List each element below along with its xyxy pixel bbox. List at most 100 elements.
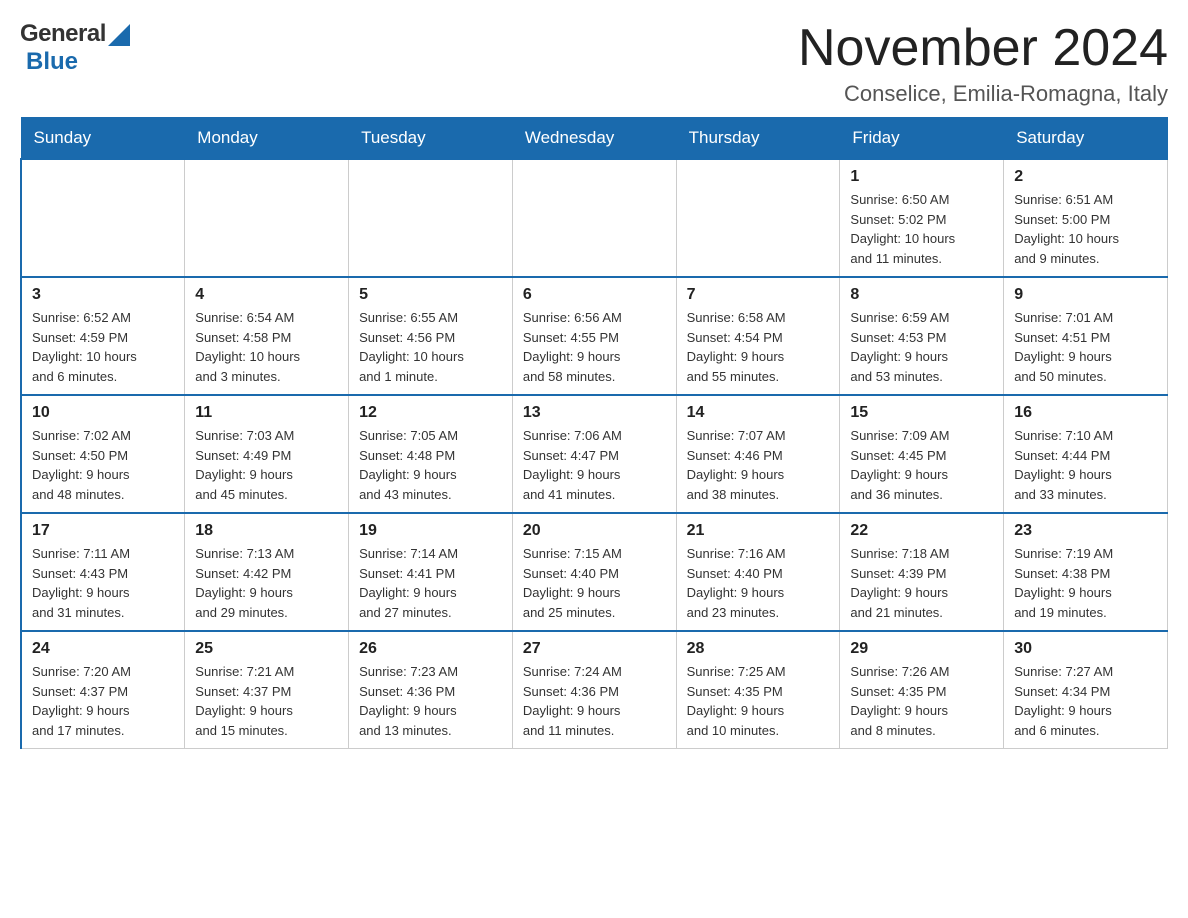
calendar-cell: 24Sunrise: 7:20 AMSunset: 4:37 PMDayligh… <box>21 631 185 749</box>
day-number: 12 <box>359 404 502 422</box>
day-info: Sunrise: 6:58 AMSunset: 4:54 PMDaylight:… <box>687 308 830 386</box>
title-section: November 2024 Conselice, Emilia-Romagna,… <box>798 20 1168 107</box>
day-number: 6 <box>523 286 666 304</box>
page-header: General Blue November 2024 Conselice, Em… <box>20 20 1168 107</box>
day-number: 5 <box>359 286 502 304</box>
logo: General Blue <box>20 20 130 76</box>
day-number: 23 <box>1014 522 1157 540</box>
calendar-cell: 3 Sunrise: 6:52 AMSunset: 4:59 PMDaylight… <box>21 277 185 395</box>
day-number: 10 <box>32 404 174 422</box>
week-row-5: 24Sunrise: 7:20 AMSunset: 4:37 PMDayligh… <box>21 631 1168 749</box>
day-info: Sunrise: 7:27 AMSunset: 4:34 PMDaylight:… <box>1014 662 1157 740</box>
day-info: Sunrise: 7:24 AMSunset: 4:36 PMDaylight:… <box>523 662 666 740</box>
calendar-cell: 17Sunrise: 7:11 AMSunset: 4:43 PMDayligh… <box>21 513 185 631</box>
calendar-cell: 22 Sunrise: 7:18 AMSunset: 4:39 PMDayligh… <box>840 513 1004 631</box>
location-title: Conselice, Emilia-Romagna, Italy <box>798 81 1168 107</box>
day-info: Sunrise: 6:51 AMSunset: 5:00 PMDaylight:… <box>1014 190 1157 268</box>
day-info: Sunrise: 7:09 AMSunset: 4:45 PMDaylight:… <box>850 426 993 504</box>
day-number: 28 <box>687 640 830 658</box>
day-number: 16 <box>1014 404 1157 422</box>
header-monday: Monday <box>185 118 349 160</box>
calendar-cell: 21Sunrise: 7:16 AMSunset: 4:40 PMDayligh… <box>676 513 840 631</box>
day-info: Sunrise: 6:56 AMSunset: 4:55 PMDaylight:… <box>523 308 666 386</box>
day-number: 18 <box>195 522 338 540</box>
day-number: 30 <box>1014 640 1157 658</box>
header-sunday: Sunday <box>21 118 185 160</box>
month-title: November 2024 <box>798 20 1168 77</box>
calendar-cell: 27 Sunrise: 7:24 AMSunset: 4:36 PMDayligh… <box>512 631 676 749</box>
calendar-cell: 4 Sunrise: 6:54 AMSunset: 4:58 PMDaylight… <box>185 277 349 395</box>
day-number: 19 <box>359 522 502 540</box>
calendar-cell: 26 Sunrise: 7:23 AMSunset: 4:36 PMDayligh… <box>349 631 513 749</box>
day-number: 14 <box>687 404 830 422</box>
calendar-cell: 25Sunrise: 7:21 AMSunset: 4:37 PMDayligh… <box>185 631 349 749</box>
weekday-header-row: Sunday Monday Tuesday Wednesday Thursday… <box>21 118 1168 160</box>
week-row-3: 10 Sunrise: 7:02 AMSunset: 4:50 PMDayligh… <box>21 395 1168 513</box>
day-number: 27 <box>523 640 666 658</box>
day-number: 22 <box>850 522 993 540</box>
calendar-table: Sunday Monday Tuesday Wednesday Thursday… <box>20 117 1168 749</box>
calendar-cell: 30 Sunrise: 7:27 AMSunset: 4:34 PMDayligh… <box>1004 631 1168 749</box>
header-wednesday: Wednesday <box>512 118 676 160</box>
calendar-cell: 8Sunrise: 6:59 AMSunset: 4:53 PMDaylight… <box>840 277 1004 395</box>
calendar-cell: 20Sunrise: 7:15 AMSunset: 4:40 PMDayligh… <box>512 513 676 631</box>
day-info: Sunrise: 7:20 AMSunset: 4:37 PMDaylight:… <box>32 662 174 740</box>
day-info: Sunrise: 7:01 AMSunset: 4:51 PMDaylight:… <box>1014 308 1157 386</box>
calendar-cell: 18 Sunrise: 7:13 AMSunset: 4:42 PMDayligh… <box>185 513 349 631</box>
logo-general-text: General <box>20 20 106 48</box>
day-number: 26 <box>359 640 502 658</box>
day-number: 4 <box>195 286 338 304</box>
day-number: 15 <box>850 404 993 422</box>
day-number: 1 <box>850 168 993 186</box>
day-info: Sunrise: 7:14 AMSunset: 4:41 PMDaylight:… <box>359 544 502 622</box>
day-info: Sunrise: 7:13 AMSunset: 4:42 PMDaylight:… <box>195 544 338 622</box>
day-info: Sunrise: 6:55 AMSunset: 4:56 PMDaylight:… <box>359 308 502 386</box>
week-row-2: 3 Sunrise: 6:52 AMSunset: 4:59 PMDaylight… <box>21 277 1168 395</box>
calendar-cell: 7 Sunrise: 6:58 AMSunset: 4:54 PMDaylight… <box>676 277 840 395</box>
calendar-cell: 23 Sunrise: 7:19 AMSunset: 4:38 PMDayligh… <box>1004 513 1168 631</box>
day-number: 11 <box>195 404 338 422</box>
week-row-1: 1 Sunrise: 6:50 AMSunset: 5:02 PMDaylight… <box>21 159 1168 277</box>
calendar-cell: 9 Sunrise: 7:01 AMSunset: 4:51 PMDaylight… <box>1004 277 1168 395</box>
calendar-cell: 6 Sunrise: 6:56 AMSunset: 4:55 PMDaylight… <box>512 277 676 395</box>
calendar-cell: 14Sunrise: 7:07 AMSunset: 4:46 PMDayligh… <box>676 395 840 513</box>
day-info: Sunrise: 7:15 AMSunset: 4:40 PMDaylight:… <box>523 544 666 622</box>
calendar-cell: 10 Sunrise: 7:02 AMSunset: 4:50 PMDayligh… <box>21 395 185 513</box>
day-info: Sunrise: 7:18 AMSunset: 4:39 PMDaylight:… <box>850 544 993 622</box>
day-number: 7 <box>687 286 830 304</box>
day-info: Sunrise: 6:52 AMSunset: 4:59 PMDaylight:… <box>32 308 174 386</box>
calendar-cell: 15 Sunrise: 7:09 AMSunset: 4:45 PMDayligh… <box>840 395 1004 513</box>
calendar-cell: 13Sunrise: 7:06 AMSunset: 4:47 PMDayligh… <box>512 395 676 513</box>
calendar-cell: 11 Sunrise: 7:03 AMSunset: 4:49 PMDayligh… <box>185 395 349 513</box>
calendar-cell <box>676 159 840 277</box>
day-info: Sunrise: 7:23 AMSunset: 4:36 PMDaylight:… <box>359 662 502 740</box>
day-number: 17 <box>32 522 174 540</box>
day-number: 25 <box>195 640 338 658</box>
day-info: Sunrise: 7:25 AMSunset: 4:35 PMDaylight:… <box>687 662 830 740</box>
day-number: 9 <box>1014 286 1157 304</box>
day-info: Sunrise: 7:05 AMSunset: 4:48 PMDaylight:… <box>359 426 502 504</box>
header-friday: Friday <box>840 118 1004 160</box>
day-info: Sunrise: 7:19 AMSunset: 4:38 PMDaylight:… <box>1014 544 1157 622</box>
header-thursday: Thursday <box>676 118 840 160</box>
day-info: Sunrise: 6:54 AMSunset: 4:58 PMDaylight:… <box>195 308 338 386</box>
day-info: Sunrise: 7:10 AMSunset: 4:44 PMDaylight:… <box>1014 426 1157 504</box>
header-saturday: Saturday <box>1004 118 1168 160</box>
day-number: 13 <box>523 404 666 422</box>
day-info: Sunrise: 6:50 AMSunset: 5:02 PMDaylight:… <box>850 190 993 268</box>
day-info: Sunrise: 7:02 AMSunset: 4:50 PMDaylight:… <box>32 426 174 504</box>
calendar-cell: 2Sunrise: 6:51 AMSunset: 5:00 PMDaylight… <box>1004 159 1168 277</box>
calendar-cell: 29Sunrise: 7:26 AMSunset: 4:35 PMDayligh… <box>840 631 1004 749</box>
day-info: Sunrise: 7:26 AMSunset: 4:35 PMDaylight:… <box>850 662 993 740</box>
day-number: 3 <box>32 286 174 304</box>
week-row-4: 17Sunrise: 7:11 AMSunset: 4:43 PMDayligh… <box>21 513 1168 631</box>
calendar-cell <box>349 159 513 277</box>
day-info: Sunrise: 7:16 AMSunset: 4:40 PMDaylight:… <box>687 544 830 622</box>
header-tuesday: Tuesday <box>349 118 513 160</box>
calendar-cell: 19 Sunrise: 7:14 AMSunset: 4:41 PMDayligh… <box>349 513 513 631</box>
calendar-cell: 5 Sunrise: 6:55 AMSunset: 4:56 PMDaylight… <box>349 277 513 395</box>
calendar-cell <box>512 159 676 277</box>
calendar-cell: 1 Sunrise: 6:50 AMSunset: 5:02 PMDaylight… <box>840 159 1004 277</box>
day-info: Sunrise: 7:03 AMSunset: 4:49 PMDaylight:… <box>195 426 338 504</box>
calendar-cell: 28 Sunrise: 7:25 AMSunset: 4:35 PMDayligh… <box>676 631 840 749</box>
